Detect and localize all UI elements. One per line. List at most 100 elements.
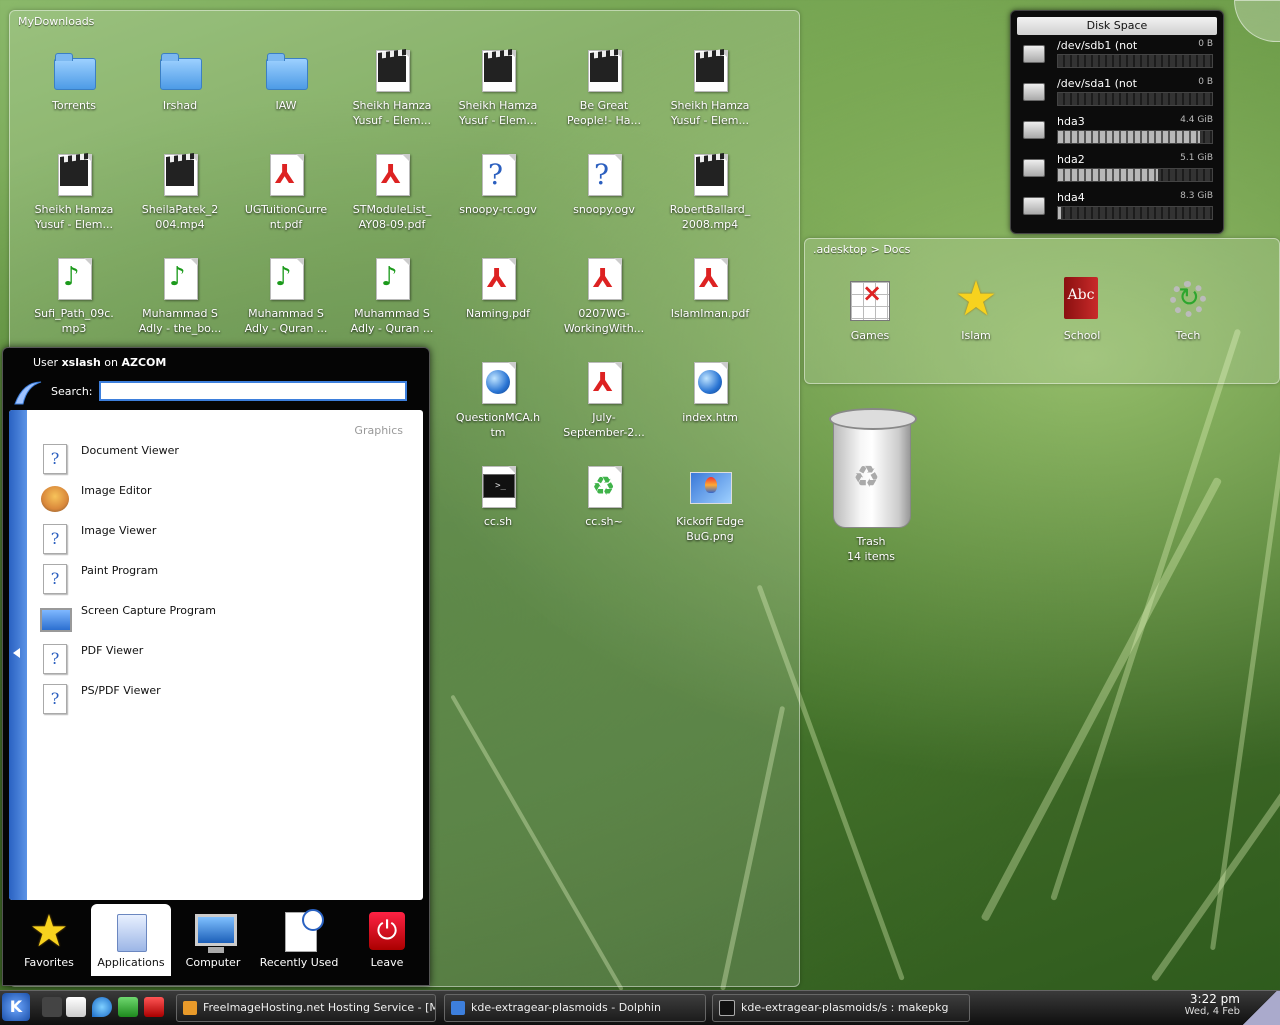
file-label: SheilaPatek_2 004.mp4 xyxy=(141,203,219,231)
drop-icon[interactable] xyxy=(92,997,112,1017)
file-label: Kickoff Edge BuG.png xyxy=(676,515,744,543)
html-icon xyxy=(474,360,522,408)
folder-icon xyxy=(156,48,204,96)
menu-item[interactable]: ? Paint Program xyxy=(37,560,407,600)
menu-item-label: Image Editor xyxy=(81,484,152,497)
terminal-icon: >_ xyxy=(474,464,522,512)
tab-applications[interactable]: Applications xyxy=(91,904,171,976)
harddisk-icon xyxy=(1023,45,1045,63)
menu-item-label: PDF Viewer xyxy=(81,644,144,657)
file-item[interactable]: Torrents xyxy=(21,48,127,113)
file-item[interactable]: ♪ Muhammad S Adly - Quran ... xyxy=(233,256,339,336)
search-input[interactable] xyxy=(99,381,407,401)
clock[interactable]: 3:22 pm Wed, 4 Feb xyxy=(1185,992,1240,1017)
menu-item-label: Image Viewer xyxy=(81,524,157,537)
menu-item[interactable]: ? Image Viewer xyxy=(37,520,407,560)
file-item[interactable]: ♪ Muhammad S Adly - Quran ... xyxy=(339,256,445,336)
file-label: Be Great People!- Ha... xyxy=(567,99,641,127)
kickoff-tabs: ★ Favorites Applications Computer Recent… xyxy=(3,904,429,984)
file-label: QuestionMCA.h tm xyxy=(455,411,541,439)
file-item[interactable]: Irshad xyxy=(127,48,233,113)
menu-item[interactable]: ? Document Viewer xyxy=(37,440,407,480)
task-freeimagehosting[interactable]: FreeImageHosting.net Hosting Service - [… xyxy=(176,994,436,1022)
file-label: UGTuitionCurre nt.pdf xyxy=(244,203,328,231)
disk-usage-bar xyxy=(1057,130,1213,144)
image-viewer-icon: ? xyxy=(39,522,69,554)
file-item[interactable]: ♪ Muhammad S Adly - the_bo... xyxy=(127,256,233,336)
disk-usage-bar xyxy=(1057,92,1213,106)
tab-recently-used[interactable]: Recently Used xyxy=(255,904,343,976)
tab-computer[interactable]: Computer xyxy=(173,904,253,976)
file-item[interactable]: Sheikh Hamza Yusuf - Elem... xyxy=(657,48,763,128)
printer-icon[interactable] xyxy=(144,997,164,1017)
pdf-icon: ⅄ xyxy=(262,152,310,200)
file-item[interactable]: Sheikh Hamza Yusuf - Elem... xyxy=(445,48,551,128)
gimp-icon xyxy=(39,482,69,514)
trash[interactable]: ♻ Trash 14 items xyxy=(818,400,924,564)
file-label: Sheikh Hamza Yusuf - Elem... xyxy=(670,99,750,127)
disk-usage-fill xyxy=(1058,131,1200,143)
file-item[interactable]: Sheikh Hamza Yusuf - Elem... xyxy=(21,152,127,232)
show-desktop-icon[interactable] xyxy=(42,997,62,1017)
panel-toolbox-icon[interactable] xyxy=(1240,991,1280,1025)
pdf-icon: ⅄ xyxy=(368,152,416,200)
file-item[interactable]: QuestionMCA.h tm xyxy=(445,360,551,440)
file-item[interactable]: Be Great People!- Ha... xyxy=(551,48,657,128)
back-arrow-icon xyxy=(13,648,20,658)
disk-row[interactable]: hda2 5.1 GiB xyxy=(1017,153,1217,187)
ps-pdf-viewer-icon: ? xyxy=(39,682,69,714)
docs-school[interactable]: Abc School xyxy=(1037,275,1127,342)
file-item[interactable]: SheilaPatek_2 004.mp4 xyxy=(127,152,233,232)
file-item[interactable]: ⅄ STModuleList_ AY08-09.pdf xyxy=(339,152,445,232)
disk-row[interactable]: hda3 4.4 GiB xyxy=(1017,115,1217,149)
tab-leave[interactable]: ⏻ Leave xyxy=(347,904,427,976)
file-item[interactable]: Sheikh Hamza Yusuf - Elem... xyxy=(339,48,445,128)
disk-usage-bar xyxy=(1057,168,1213,182)
menu-item[interactable]: ? PS/PDF Viewer xyxy=(37,680,407,720)
file-item[interactable]: ♻ cc.sh~ xyxy=(551,464,657,529)
favorites-star-icon: ★ xyxy=(29,906,69,957)
menu-item[interactable]: Image Editor xyxy=(37,480,407,520)
file-item[interactable]: ♪ Sufi_Path_09c. mp3 xyxy=(21,256,127,336)
file-item[interactable]: ? snoopy-rc.ogv xyxy=(445,152,551,217)
disk-name: /dev/sdb1 (not xyxy=(1057,39,1138,52)
file-label: Sheikh Hamza Yusuf - Elem... xyxy=(352,99,432,127)
gear-icon: ↻ xyxy=(1164,275,1212,323)
disk-name: /dev/sda1 (not xyxy=(1057,77,1137,90)
file-item[interactable]: ? snoopy.ogv xyxy=(551,152,657,217)
terminal-icon xyxy=(719,1000,735,1016)
file-item[interactable]: RobertBallard_ 2008.mp4 xyxy=(657,152,763,232)
file-label: cc.sh~ xyxy=(585,515,623,528)
docs-tech[interactable]: ↻ Tech xyxy=(1143,275,1233,342)
file-item[interactable]: ⅄ IslamIman.pdf xyxy=(657,256,763,321)
file-label: Sheikh Hamza Yusuf - Elem... xyxy=(34,203,114,231)
file-item[interactable]: ⅄ UGTuitionCurre nt.pdf xyxy=(233,152,339,232)
kde-menu-button[interactable]: K xyxy=(2,993,30,1021)
file-item[interactable]: Kickoff Edge BuG.png xyxy=(657,464,763,544)
menu-item[interactable]: Screen Capture Program xyxy=(37,600,407,640)
disk-row[interactable]: hda4 8.3 GiB xyxy=(1017,191,1217,225)
network-icon[interactable] xyxy=(118,997,138,1017)
file-item[interactable]: index.htm xyxy=(657,360,763,425)
disk-size: 8.3 GiB xyxy=(1180,191,1213,201)
file-item[interactable]: ⅄ 0207WG- WorkingWith... xyxy=(551,256,657,336)
task-konsole[interactable]: kde-extragear-plasmoids/s : makepkg xyxy=(712,994,970,1022)
file-item[interactable]: ⅄ July- September-2... xyxy=(551,360,657,440)
back-bar[interactable] xyxy=(9,410,27,900)
docs-games[interactable]: × Games xyxy=(825,275,915,342)
file-item[interactable]: IAW xyxy=(233,48,339,113)
task-dolphin[interactable]: kde-extragear-plasmoids - Dolphin xyxy=(444,994,706,1022)
disk-row[interactable]: /dev/sda1 (not 0 B xyxy=(1017,77,1217,111)
file-item[interactable]: ⅄ Naming.pdf xyxy=(445,256,551,321)
video-icon xyxy=(686,48,734,96)
docs-islam[interactable]: ★ Islam xyxy=(931,275,1021,342)
notes-icon[interactable] xyxy=(66,997,86,1017)
disk-row[interactable]: /dev/sdb1 (not 0 B xyxy=(1017,39,1217,73)
video-icon xyxy=(368,48,416,96)
html-icon xyxy=(686,360,734,408)
file-item[interactable]: >_ cc.sh xyxy=(445,464,551,529)
tab-favorites[interactable]: ★ Favorites xyxy=(9,904,89,976)
video-icon xyxy=(474,48,522,96)
menu-item[interactable]: ? PDF Viewer xyxy=(37,640,407,680)
unknown-file-icon: ? xyxy=(474,152,522,200)
